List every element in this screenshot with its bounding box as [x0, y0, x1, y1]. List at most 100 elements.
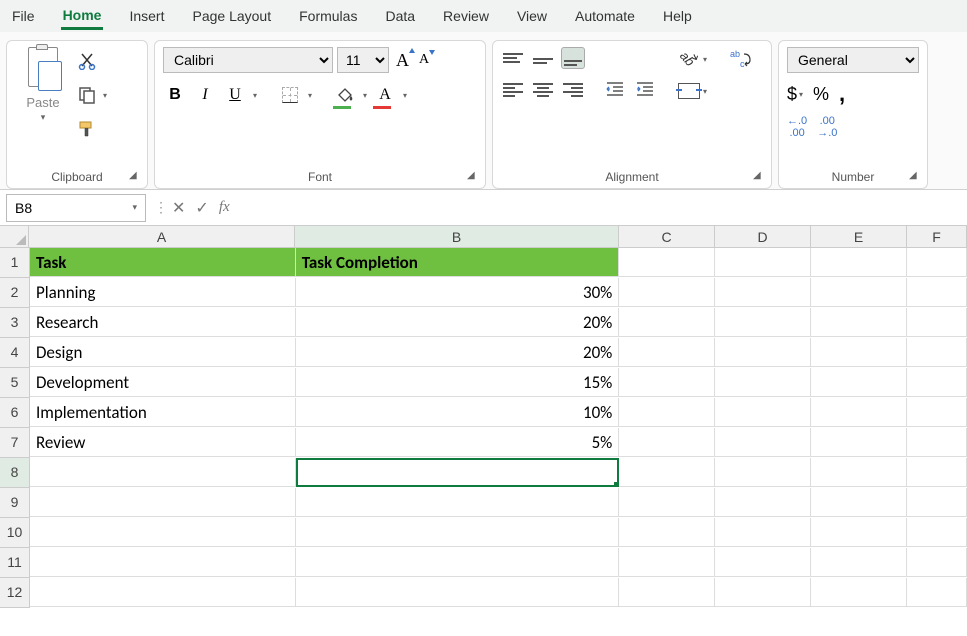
name-box[interactable]: B8 ▾ [6, 194, 146, 222]
cell[interactable] [811, 278, 907, 307]
bold-button[interactable]: B [163, 83, 187, 107]
cell[interactable] [30, 518, 296, 547]
cell[interactable] [811, 458, 907, 487]
percent-format-button[interactable]: % [813, 84, 829, 105]
cell[interactable] [715, 368, 811, 397]
cell[interactable] [715, 278, 811, 307]
cell[interactable] [619, 248, 715, 277]
cell-B8[interactable] [296, 458, 620, 487]
cell[interactable] [619, 428, 715, 457]
row-header[interactable]: 1 [0, 248, 30, 278]
row-header[interactable]: 5 [0, 368, 30, 398]
cell[interactable] [619, 398, 715, 427]
cell[interactable] [811, 488, 907, 517]
format-painter-button[interactable] [77, 119, 107, 139]
cell-B3[interactable]: 20% [296, 308, 620, 337]
align-right-button[interactable] [561, 79, 585, 101]
cell[interactable] [907, 398, 967, 427]
cell[interactable] [811, 248, 907, 277]
cell[interactable] [619, 458, 715, 487]
cell[interactable] [907, 518, 967, 547]
align-top-button[interactable] [501, 47, 525, 69]
cell-A6[interactable]: Implementation [30, 398, 296, 427]
fill-color-button[interactable] [333, 83, 357, 107]
cell[interactable] [811, 428, 907, 457]
cell[interactable] [715, 548, 811, 577]
cell[interactable] [811, 308, 907, 337]
cell[interactable] [619, 518, 715, 547]
row-header[interactable]: 3 [0, 308, 30, 338]
row-header[interactable]: 10 [0, 518, 30, 548]
menu-view[interactable]: View [515, 4, 549, 28]
menu-insert[interactable]: Insert [127, 4, 166, 28]
column-header-B[interactable]: B [295, 226, 619, 248]
cell-B2[interactable]: 30% [296, 278, 620, 307]
align-center-button[interactable] [531, 79, 555, 101]
increase-indent-button[interactable] [633, 79, 657, 101]
column-header-C[interactable]: C [619, 226, 715, 248]
font-color-button[interactable]: A [373, 83, 397, 107]
chevron-down-icon[interactable]: ▾ [308, 91, 312, 100]
cell[interactable] [619, 338, 715, 367]
cell[interactable] [715, 248, 811, 277]
cell-A4[interactable]: Design [30, 338, 296, 367]
orientation-button[interactable]: ab ▾ [678, 49, 707, 69]
menu-formulas[interactable]: Formulas [297, 4, 359, 28]
cell[interactable] [296, 518, 620, 547]
cell[interactable] [296, 548, 620, 577]
chevron-down-icon[interactable]: ▾ [403, 91, 407, 100]
copy-button[interactable]: ▾ [77, 85, 107, 105]
alignment-launcher-icon[interactable]: ◢ [753, 170, 767, 184]
cell[interactable] [619, 578, 715, 607]
cell[interactable] [715, 518, 811, 547]
cell[interactable] [715, 398, 811, 427]
cell-B4[interactable]: 20% [296, 338, 620, 367]
cell[interactable] [296, 578, 620, 607]
cell-A7[interactable]: Review [30, 428, 296, 457]
paste-button[interactable]: Paste ▾ [15, 47, 71, 123]
italic-button[interactable]: I [193, 83, 217, 107]
cell[interactable] [619, 548, 715, 577]
cell[interactable] [811, 578, 907, 607]
cell-B1[interactable]: Task Completion [296, 248, 620, 277]
column-header-A[interactable]: A [29, 226, 295, 248]
cell[interactable] [811, 548, 907, 577]
row-header[interactable]: 8 [0, 458, 30, 488]
cell[interactable] [619, 278, 715, 307]
cell[interactable] [907, 578, 967, 607]
cell[interactable] [30, 578, 296, 607]
menu-data[interactable]: Data [383, 4, 417, 28]
cell[interactable] [296, 488, 620, 517]
menu-page-layout[interactable]: Page Layout [190, 4, 273, 28]
cell[interactable] [907, 428, 967, 457]
align-middle-button[interactable] [531, 47, 555, 69]
menu-review[interactable]: Review [441, 4, 491, 28]
decrease-indent-button[interactable] [603, 79, 627, 101]
row-header[interactable]: 2 [0, 278, 30, 308]
cell[interactable] [715, 338, 811, 367]
clipboard-launcher-icon[interactable]: ◢ [129, 170, 143, 184]
cell[interactable] [811, 398, 907, 427]
enter-formula-button[interactable]: ✓ [195, 198, 208, 218]
increase-decimal-button[interactable]: ←.0.00 [787, 115, 807, 139]
cell-B7[interactable]: 5% [296, 428, 620, 457]
underline-button[interactable]: U [223, 83, 247, 107]
align-left-button[interactable] [501, 79, 525, 101]
cell-A5[interactable]: Development [30, 368, 296, 397]
font-size-select[interactable]: 11 [337, 47, 389, 73]
cell-A3[interactable]: Research [30, 308, 296, 337]
cell[interactable] [619, 308, 715, 337]
cell-B6[interactable]: 10% [296, 398, 620, 427]
cell[interactable] [619, 368, 715, 397]
row-header[interactable]: 7 [0, 428, 30, 458]
cell[interactable] [907, 458, 967, 487]
column-header-E[interactable]: E [811, 226, 907, 248]
column-header-D[interactable]: D [715, 226, 811, 248]
font-launcher-icon[interactable]: ◢ [467, 170, 481, 184]
cell[interactable] [715, 458, 811, 487]
cell[interactable] [811, 338, 907, 367]
merge-center-button[interactable]: ▾ [678, 83, 707, 99]
decrease-font-size-button[interactable]: A [416, 52, 432, 68]
accounting-format-button[interactable]: $ ▾ [787, 84, 803, 105]
cell[interactable] [907, 308, 967, 337]
